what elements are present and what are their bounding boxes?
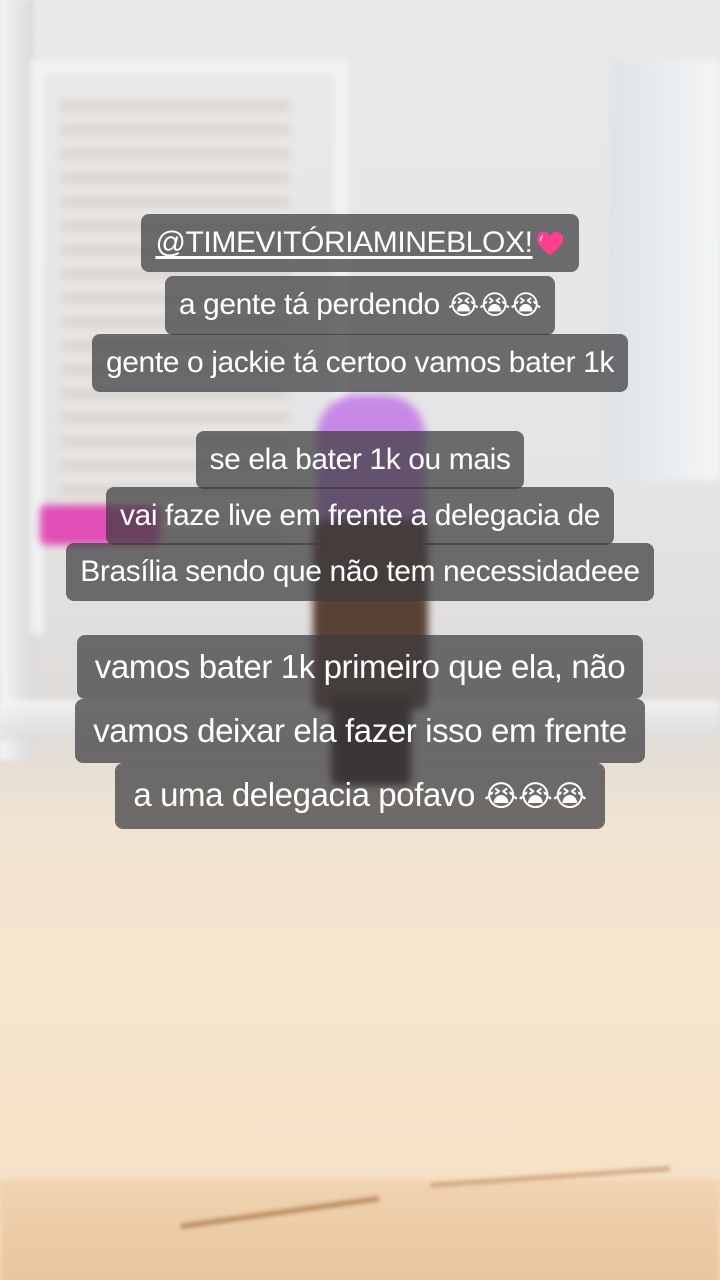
caption-overlay: @TIMEVITÓRIAMINEBLOX! a gente tá perdend… [0, 0, 720, 1280]
caption-box: a uma delegacia pofavo 😭😭😭 [115, 763, 605, 829]
caption-line: gente o jackie tá certoo vamos bater 1k [0, 334, 720, 392]
caption-text: vai faze live em frente a delegacia de [119, 499, 601, 532]
caption-line: Brasília sendo que não tem necessidadeee [0, 543, 720, 601]
caption-box: vai faze live em frente a delegacia de [105, 487, 615, 545]
caption-box: gente o jackie tá certoo vamos bater 1k [91, 334, 629, 392]
caption-line: vamos bater 1k primeiro que ela, não [0, 635, 720, 699]
caption-box: vamos bater 1k primeiro que ela, não [76, 635, 644, 699]
caption-box: Brasília sendo que não tem necessidadeee [66, 543, 654, 601]
caption-text: gente o jackie tá certoo vamos bater 1k [105, 346, 615, 379]
caption-text: a gente tá perdendo [178, 288, 440, 321]
caption-line: a gente tá perdendo 😭😭😭 [0, 276, 720, 335]
heart-icon [536, 231, 563, 255]
caption-line: vamos deixar ela fazer isso em frente [0, 699, 720, 763]
caption-box: se ela bater 1k ou mais [195, 431, 525, 489]
caption-text: se ela bater 1k ou mais [209, 443, 511, 476]
caption-box: @TIMEVITÓRIAMINEBLOX! [141, 214, 579, 272]
crying-face-emojis: 😭😭😭 [483, 779, 587, 814]
caption-text: vamos deixar ela fazer isso em frente [93, 712, 627, 749]
crying-face-emojis: 😭😭😭 [447, 290, 542, 321]
caption-line: se ela bater 1k ou mais [0, 431, 720, 489]
mention-handle[interactable]: @TIMEVITÓRIAMINEBLOX! [155, 226, 533, 259]
caption-text: Brasília sendo que não tem necessidadeee [80, 555, 640, 588]
caption-line: @TIMEVITÓRIAMINEBLOX! [0, 214, 720, 272]
caption-text: a uma delegacia pofavo [133, 776, 475, 813]
caption-line: a uma delegacia pofavo 😭😭😭 [0, 763, 720, 829]
caption-line: vai faze live em frente a delegacia de [0, 487, 720, 545]
caption-box: vamos deixar ela fazer isso em frente [75, 699, 645, 763]
caption-text: vamos bater 1k primeiro que ela, não [94, 648, 626, 685]
caption-box: a gente tá perdendo 😭😭😭 [164, 276, 556, 335]
